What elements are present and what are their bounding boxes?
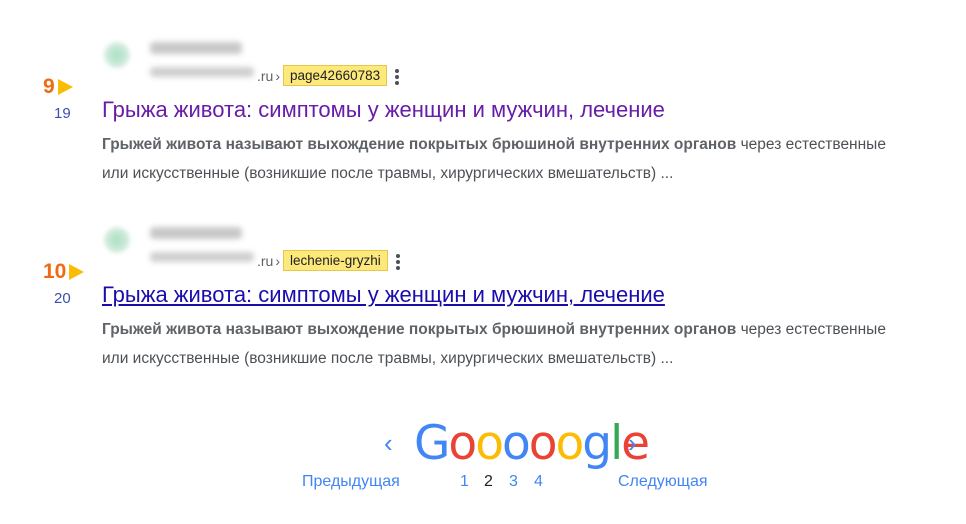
url-domain-suffix: .ru (257, 67, 274, 84)
position-number: 19 (54, 105, 71, 122)
rank-number: 10 (43, 260, 67, 283)
page-current-2: 2 (484, 473, 493, 490)
url-domain-suffix: .ru (257, 252, 274, 269)
rank-marker: 10 (43, 260, 85, 283)
chevron-right-icon[interactable]: › (628, 428, 637, 458)
result-snippet: Грыжей живота называют выхождение покрыт… (102, 130, 892, 188)
kebab-menu-icon[interactable] (395, 67, 400, 85)
triangle-right-icon (57, 79, 73, 95)
site-favicon-icon (104, 227, 130, 253)
result-title-link[interactable]: Грыжа живота: симптомы у женщин и мужчин… (102, 281, 665, 309)
pagination: ‹ Gooooogle › Предыдущая 1 2 3 4 Следующ… (0, 418, 966, 518)
site-name-blurred (150, 42, 242, 54)
google-pagination-logo: Gooooogle (414, 416, 650, 471)
result-url[interactable]: .ru › page42660783 (257, 65, 400, 86)
triangle-right-icon (69, 264, 85, 280)
result-snippet: Грыжей живота называют выхождение покрыт… (102, 315, 892, 373)
site-url-blurred (150, 67, 254, 77)
page-link-4[interactable]: 4 (534, 471, 543, 493)
rank-marker: 9 (43, 76, 73, 98)
url-path-highlight: page42660783 (283, 65, 388, 86)
next-page-link[interactable]: Следующая (618, 471, 708, 493)
rank-number: 9 (43, 75, 55, 98)
snippet-bold: Грыжей живота называют выхождение покрыт… (102, 321, 737, 338)
site-url-blurred (150, 252, 254, 262)
site-name-blurred (150, 227, 242, 239)
snippet-bold: Грыжей живота называют выхождение покрыт… (102, 136, 737, 153)
position-number: 20 (54, 290, 71, 307)
url-path-highlight: lechenie-gryzhi (283, 250, 388, 271)
result-url[interactable]: .ru › lechenie-gryzhi (257, 250, 400, 271)
page-link-1[interactable]: 1 (460, 471, 469, 493)
url-separator: › (275, 252, 281, 269)
kebab-menu-icon[interactable] (395, 252, 400, 270)
site-favicon-icon (104, 42, 130, 68)
result-title-link[interactable]: Грыжа живота: симптомы у женщин и мужчин… (102, 96, 665, 124)
previous-page-link[interactable]: Предыдущая (302, 471, 400, 493)
page-link-3[interactable]: 3 (509, 471, 518, 493)
chevron-left-icon[interactable]: ‹ (384, 428, 393, 458)
url-separator: › (275, 67, 281, 84)
